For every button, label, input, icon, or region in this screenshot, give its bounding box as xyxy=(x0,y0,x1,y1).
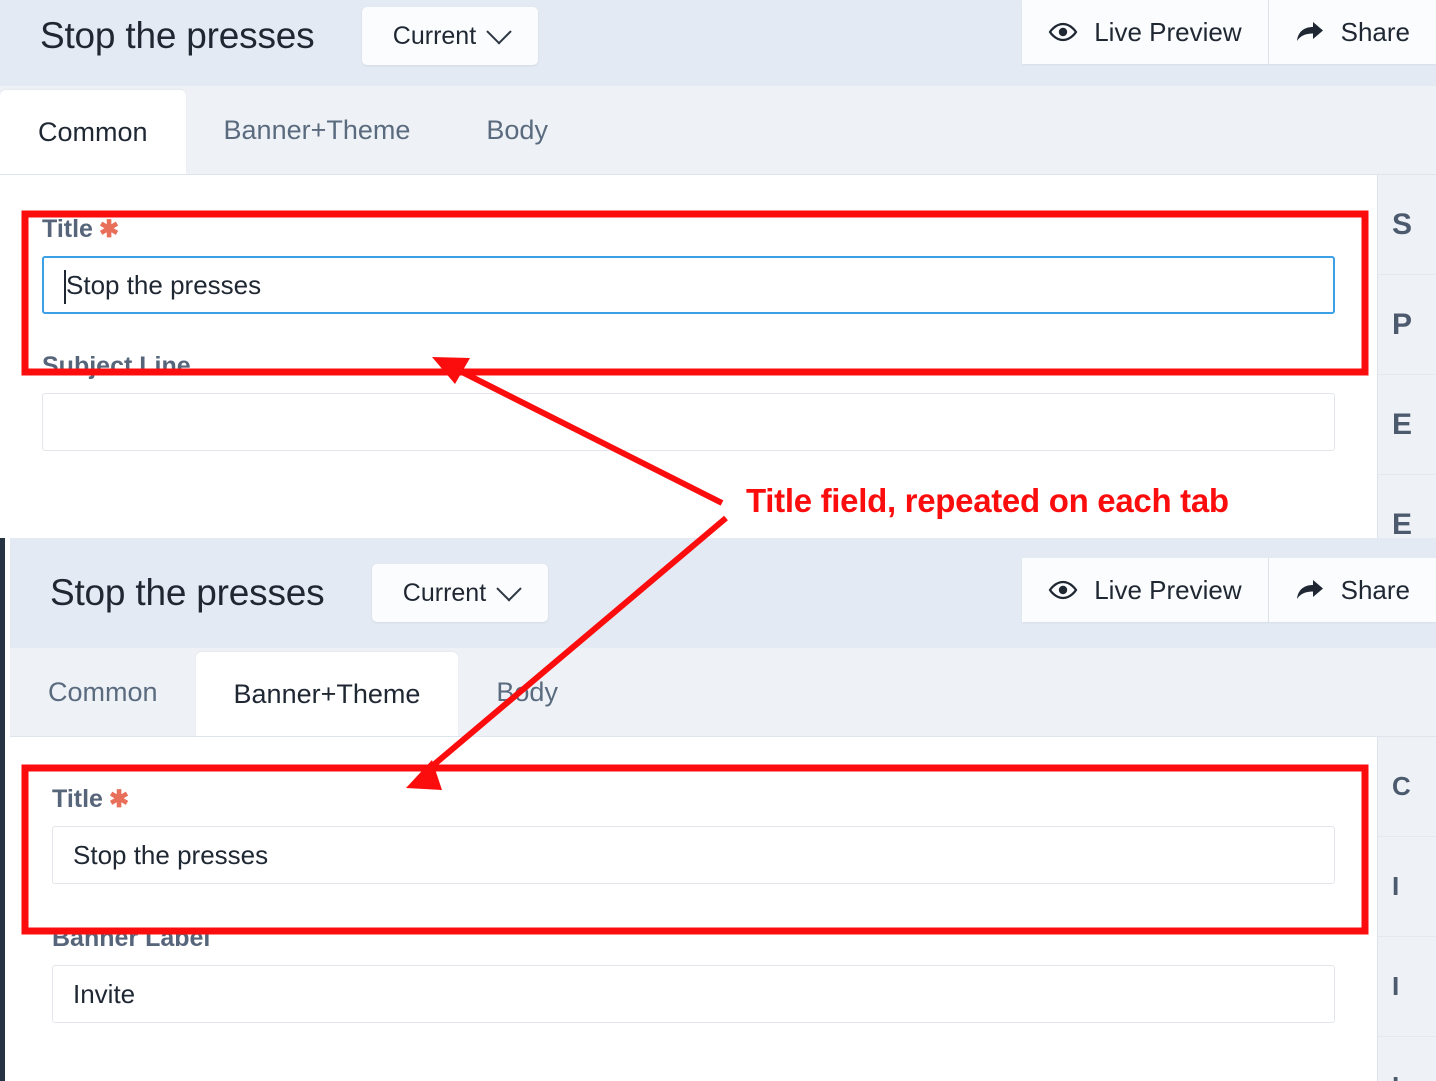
sidebar-item-banner-1[interactable]: I xyxy=(1378,837,1436,937)
screenshot-banner-theme-tab: Stop the presses Current Live Preview Sh… xyxy=(0,538,1436,1081)
sidebar-item-1-label: P xyxy=(1392,307,1413,341)
right-sidebar-common: S P E E xyxy=(1377,175,1436,538)
window-left-edge xyxy=(0,538,5,1081)
chevron-down-icon xyxy=(496,576,522,602)
sidebar-item-1[interactable]: P xyxy=(1378,275,1436,375)
tab-body-banner-label: Body xyxy=(496,676,558,707)
header-left-group: Stop the presses Current xyxy=(0,0,539,72)
eye-icon xyxy=(1048,22,1078,42)
field-title: Title ✱ Stop the presses xyxy=(0,175,1377,314)
version-selector-label: Current xyxy=(392,21,477,50)
field-banner-label-label-text: Banner Label xyxy=(52,924,211,952)
field-title-label-text: Title xyxy=(42,215,93,243)
tab-body[interactable]: Body xyxy=(448,86,586,174)
field-title-banner: Title ✱ Stop the presses xyxy=(10,737,1377,884)
tab-bar-banner: Common Banner+Theme Body xyxy=(10,648,1436,737)
tab-banner-theme[interactable]: Banner+Theme xyxy=(186,86,449,174)
sidebar-item-3-label: E xyxy=(1392,507,1413,539)
tab-common[interactable]: Common xyxy=(0,90,186,174)
sidebar-item-banner-2-label: I xyxy=(1392,971,1400,1001)
field-banner-label-label: Banner Label xyxy=(52,924,1335,965)
text-caret xyxy=(64,270,66,304)
sidebar-item-0[interactable]: S xyxy=(1378,175,1436,275)
field-title-banner-label-text: Title xyxy=(52,785,103,813)
field-subject-line-label-text: Subject Line xyxy=(42,352,191,380)
page-title: Stop the presses xyxy=(40,15,315,56)
tab-banner-theme-label: Banner+Theme xyxy=(223,114,411,145)
field-subject-line-label: Subject Line xyxy=(42,352,1335,393)
required-asterisk-icon: ✱ xyxy=(108,786,130,813)
tab-common-banner-label: Common xyxy=(48,676,158,707)
tab-bar-common: Common Banner+Theme Body xyxy=(0,86,1436,175)
share-arrow-icon xyxy=(1295,578,1325,602)
chevron-down-icon xyxy=(486,19,512,45)
sidebar-item-banner-0-label: C xyxy=(1392,771,1411,801)
title-input[interactable]: Stop the presses xyxy=(42,256,1335,314)
sidebar-item-2[interactable]: E xyxy=(1378,375,1436,475)
subject-line-input[interactable] xyxy=(42,393,1335,451)
share-arrow-icon xyxy=(1295,20,1325,44)
eye-icon xyxy=(1048,580,1078,600)
field-title-label: Title ✱ xyxy=(42,215,1335,256)
version-selector-banner-label: Current xyxy=(402,578,487,607)
share-label: Share xyxy=(1340,16,1410,47)
sidebar-item-3[interactable]: E xyxy=(1378,475,1436,539)
required-asterisk-icon: ✱ xyxy=(98,216,120,243)
header-actions: Live Preview Share xyxy=(1022,0,1436,64)
sidebar-item-2-label: E xyxy=(1392,407,1413,441)
field-title-banner-label: Title ✱ xyxy=(52,785,1335,826)
header-actions-banner: Live Preview Share xyxy=(1022,558,1436,622)
tab-common-label: Common xyxy=(38,116,148,147)
tab-body-banner[interactable]: Body xyxy=(458,648,596,736)
title-input-banner[interactable]: Stop the presses xyxy=(52,826,1335,884)
banner-label-input[interactable]: Invite xyxy=(52,965,1335,1023)
sidebar-item-banner-2[interactable]: I xyxy=(1378,937,1436,1037)
form-panel-common: Title ✱ Stop the presses Subject Line xyxy=(0,175,1377,538)
sidebar-item-banner-3[interactable]: I xyxy=(1378,1037,1436,1081)
sidebar-item-banner-1-label: I xyxy=(1392,871,1400,901)
app-header-banner: Stop the presses Current Live Preview Sh… xyxy=(10,538,1436,648)
page-title-banner: Stop the presses xyxy=(50,572,325,613)
field-subject-line: Subject Line xyxy=(0,314,1377,451)
tab-body-label: Body xyxy=(486,114,548,145)
tab-common-banner[interactable]: Common xyxy=(10,648,196,736)
content-row-common: Title ✱ Stop the presses Subject Line S … xyxy=(0,175,1436,538)
tab-banner-theme-banner[interactable]: Banner+Theme xyxy=(195,652,459,736)
live-preview-button[interactable]: Live Preview xyxy=(1022,0,1269,64)
sidebar-item-0-label: S xyxy=(1392,207,1413,241)
right-sidebar-banner: C I I I xyxy=(1377,737,1436,1081)
tab-banner-theme-banner-label: Banner+Theme xyxy=(233,678,421,709)
title-input-banner-value: Stop the presses xyxy=(73,839,269,870)
share-label-banner: Share xyxy=(1340,574,1410,605)
sidebar-item-banner-0[interactable]: C xyxy=(1378,737,1436,837)
field-banner-label: Banner Label Invite xyxy=(10,884,1377,1023)
sidebar-item-banner-3-label: I xyxy=(1392,1071,1399,1081)
form-panel-banner: Title ✱ Stop the presses Banner Label Inv… xyxy=(10,737,1377,1081)
live-preview-button-banner[interactable]: Live Preview xyxy=(1022,558,1269,622)
banner-label-input-value: Invite xyxy=(73,978,136,1009)
live-preview-label-banner: Live Preview xyxy=(1094,574,1242,605)
version-selector[interactable]: Current xyxy=(362,7,539,65)
title-input-value: Stop the presses xyxy=(66,269,262,300)
live-preview-label: Live Preview xyxy=(1094,16,1242,47)
version-selector-banner[interactable]: Current xyxy=(372,564,549,622)
screenshot-common-tab: Stop the presses Current Live Preview Sh… xyxy=(0,0,1436,538)
content-row-banner: Title ✱ Stop the presses Banner Label Inv… xyxy=(10,737,1436,1081)
header-left-group-banner: Stop the presses Current xyxy=(10,538,549,648)
share-button-banner[interactable]: Share xyxy=(1268,558,1436,622)
app-header-common: Stop the presses Current Live Preview Sh… xyxy=(0,0,1436,86)
share-button[interactable]: Share xyxy=(1268,0,1436,64)
